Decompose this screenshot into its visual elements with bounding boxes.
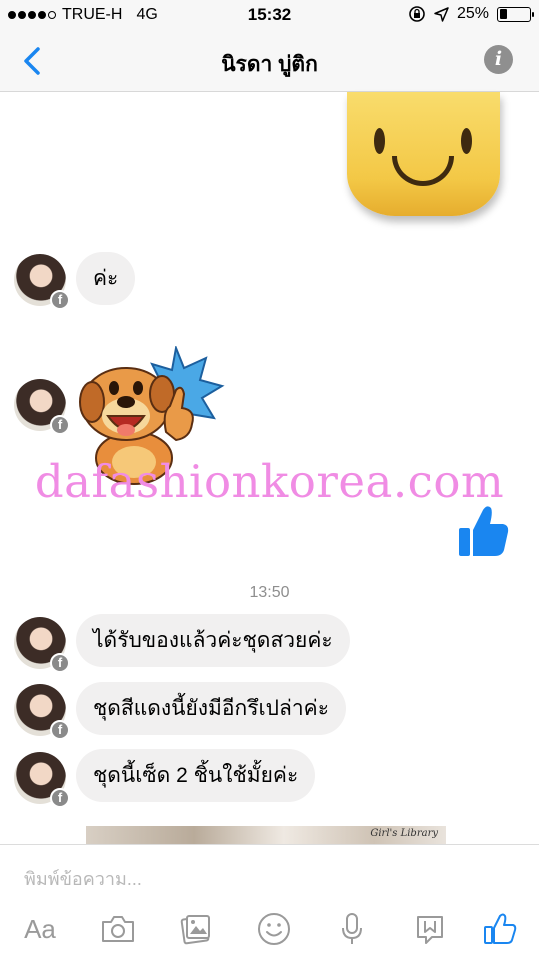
- status-bar: TRUE-H 4G 15:32 25%: [0, 0, 539, 30]
- contact-avatar[interactable]: f: [14, 684, 70, 740]
- photo-message-preview[interactable]: Girl's Library: [86, 826, 446, 844]
- info-button[interactable]: i: [484, 45, 513, 74]
- message-bubble-received[interactable]: ชุดนี้เซ็ด 2 ชิ้นใช้มั้ยค่ะ: [76, 749, 316, 802]
- composer-toolbar: Aa: [0, 909, 539, 949]
- sticker-button[interactable]: [410, 909, 450, 949]
- smiley-left-eye: [374, 128, 385, 154]
- message-input[interactable]: [24, 869, 504, 890]
- smiley-mouth: [392, 156, 454, 186]
- message-bubble-received[interactable]: ค่ะ: [76, 252, 136, 305]
- smiley-sticker[interactable]: [347, 92, 500, 216]
- contact-name[interactable]: นิรดา บู่ติก: [0, 48, 539, 81]
- smiley-right-eye: [461, 128, 472, 154]
- like-thumbs-up-icon[interactable]: [457, 504, 509, 558]
- gallery-button[interactable]: [176, 909, 216, 949]
- facebook-badge-icon: f: [50, 653, 70, 673]
- text-format-button[interactable]: Aa: [20, 909, 60, 949]
- message-bubble-received[interactable]: ชุดสีแดงนี้ยังมีอีกรึเปล่าค่ะ: [76, 682, 346, 735]
- message-bubble-received[interactable]: ได้รับของแล้วค่ะชุดสวยค่ะ: [76, 614, 350, 667]
- message-composer: Aa: [0, 844, 539, 960]
- voice-record-button[interactable]: [332, 909, 372, 949]
- sticker-icon: [417, 916, 443, 944]
- battery-icon: [497, 6, 534, 22]
- facebook-badge-icon: f: [50, 415, 70, 435]
- emoji-button[interactable]: [254, 909, 294, 949]
- facebook-badge-icon: f: [50, 290, 70, 310]
- status-right: 25%: [408, 5, 534, 23]
- send-like-button[interactable]: [480, 909, 520, 949]
- camera-button[interactable]: [98, 909, 138, 949]
- rotation-lock-icon: [409, 6, 425, 22]
- contact-avatar[interactable]: f: [14, 379, 70, 435]
- like-icon: [484, 913, 517, 944]
- microphone-icon: [342, 913, 362, 944]
- watermark-text: dafashionkorea.com: [34, 455, 505, 508]
- facebook-badge-icon: f: [50, 720, 70, 740]
- photo-preview-caption: Girl's Library: [370, 828, 438, 839]
- contact-avatar[interactable]: f: [14, 617, 70, 673]
- location-arrow-icon: [434, 6, 449, 22]
- emoji-icon: [258, 913, 290, 945]
- battery-percent: 25%: [456, 5, 489, 22]
- contact-avatar[interactable]: f: [14, 254, 70, 310]
- conversation-header: นิรดา บู่ติก i: [0, 30, 539, 92]
- camera-icon: [102, 916, 134, 942]
- contact-avatar[interactable]: f: [14, 752, 70, 808]
- gallery-icon: [180, 915, 210, 945]
- facebook-badge-icon: f: [50, 788, 70, 808]
- message-timestamp: 13:50: [249, 584, 290, 601]
